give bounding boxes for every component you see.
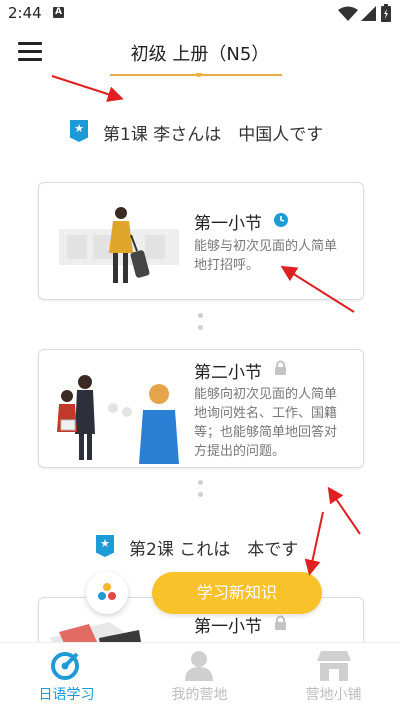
tab-label: 日语学习 bbox=[38, 687, 95, 703]
section-desc-line: 方提出的问题。 bbox=[194, 444, 286, 459]
shop-icon bbox=[317, 651, 351, 681]
lock-icon bbox=[275, 360, 286, 375]
section-title: 第二小节 bbox=[194, 363, 262, 383]
lesson-title: 第2课 これは 本です bbox=[129, 540, 299, 560]
palette-dot bbox=[98, 592, 106, 600]
star-badge-icon: ★ bbox=[70, 120, 88, 142]
introduction-illustration bbox=[57, 375, 179, 464]
signal-icon bbox=[361, 6, 376, 21]
palette-dot bbox=[108, 592, 116, 600]
profile-icon bbox=[185, 651, 213, 681]
palette-button[interactable] bbox=[86, 572, 128, 614]
learn-new-button[interactable]: 学习新知识 bbox=[152, 572, 322, 614]
bottom-tab-bar: 日语学习 我的营地 营地小铺 bbox=[0, 642, 400, 711]
section-card[interactable]: 第二小节 能够向初次见面的人简单 地询问姓名、工作、国籍 等；也能够简单地回答对… bbox=[38, 349, 364, 468]
wifi-icon bbox=[338, 6, 358, 21]
star-badge-icon: ★ bbox=[96, 535, 114, 557]
connector-dots bbox=[198, 313, 203, 333]
lock-icon bbox=[275, 615, 286, 630]
tab-camp-shop[interactable]: 营地小铺 bbox=[267, 643, 400, 711]
traveler-illustration bbox=[59, 207, 179, 283]
palette-icon bbox=[103, 583, 111, 591]
status-time: 2:44 bbox=[8, 4, 42, 22]
connector-dots bbox=[198, 480, 203, 500]
section-title: 第一小节 bbox=[194, 617, 262, 637]
section-title: 第一小节 bbox=[194, 214, 262, 234]
section-desc-line: 地打招呼。 bbox=[194, 258, 260, 273]
battery-icon bbox=[381, 4, 391, 22]
tab-label: 营地小铺 bbox=[305, 687, 362, 703]
lesson-title: 第1课 李さんは 中国人です bbox=[103, 125, 324, 145]
clock-icon bbox=[274, 213, 288, 227]
japanese-study-icon bbox=[51, 652, 79, 680]
tab-my-camp[interactable]: 我的营地 bbox=[133, 643, 266, 711]
app-notification-icon: A bbox=[53, 7, 64, 18]
tab-japanese-study[interactable]: 日语学习 bbox=[0, 643, 133, 711]
page-title[interactable]: 初级 上册（N5） bbox=[0, 40, 400, 66]
section-desc-line: 能够向初次见面的人简单 bbox=[194, 387, 338, 402]
tab-label: 我的营地 bbox=[171, 687, 228, 703]
section-desc-line: 等；也能够简单地回答对 bbox=[194, 425, 338, 440]
section-desc-line: 能够与初次见面的人简单 bbox=[194, 239, 338, 254]
title-indicator bbox=[196, 73, 202, 77]
section-desc-line: 地询问姓名、工作、国籍 bbox=[194, 406, 338, 421]
status-bar: 2:44 A bbox=[0, 0, 400, 26]
section-card[interactable]: 第一小节 能够与初次见面的人简单 地打招呼。 bbox=[38, 182, 364, 300]
